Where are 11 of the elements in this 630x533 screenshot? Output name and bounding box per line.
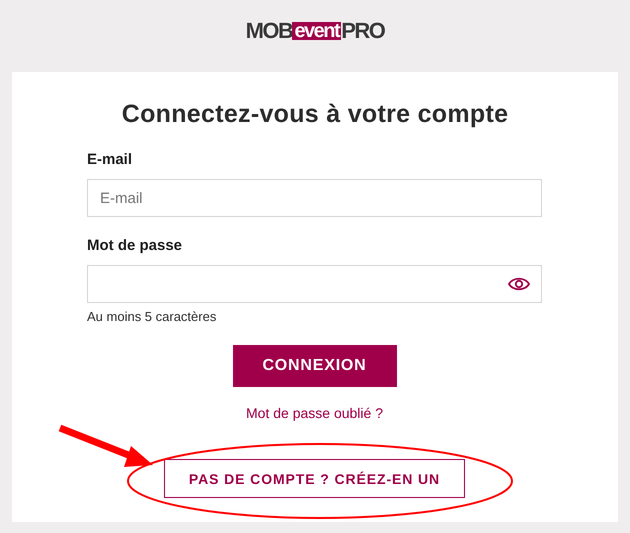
field-label: Mot de passe (87, 237, 184, 254)
forgot-password-link[interactable]: Mot de passe oublié ? (246, 405, 383, 421)
field-label: E-mail (87, 151, 134, 168)
login-button[interactable]: CONNEXION (232, 345, 396, 387)
signup-button[interactable]: PAS DE COMPTE ? CRÉEZ-EN UN (164, 459, 465, 498)
logo: MOBeventPRO (246, 18, 384, 44)
page-title: Connectez-vous à votre compte (120, 100, 510, 129)
hint-text: Au moins 5 caractères (87, 309, 218, 324)
email-field[interactable]: E-mail (87, 179, 542, 217)
eye-icon[interactable] (508, 276, 530, 292)
password-field[interactable] (87, 265, 542, 303)
